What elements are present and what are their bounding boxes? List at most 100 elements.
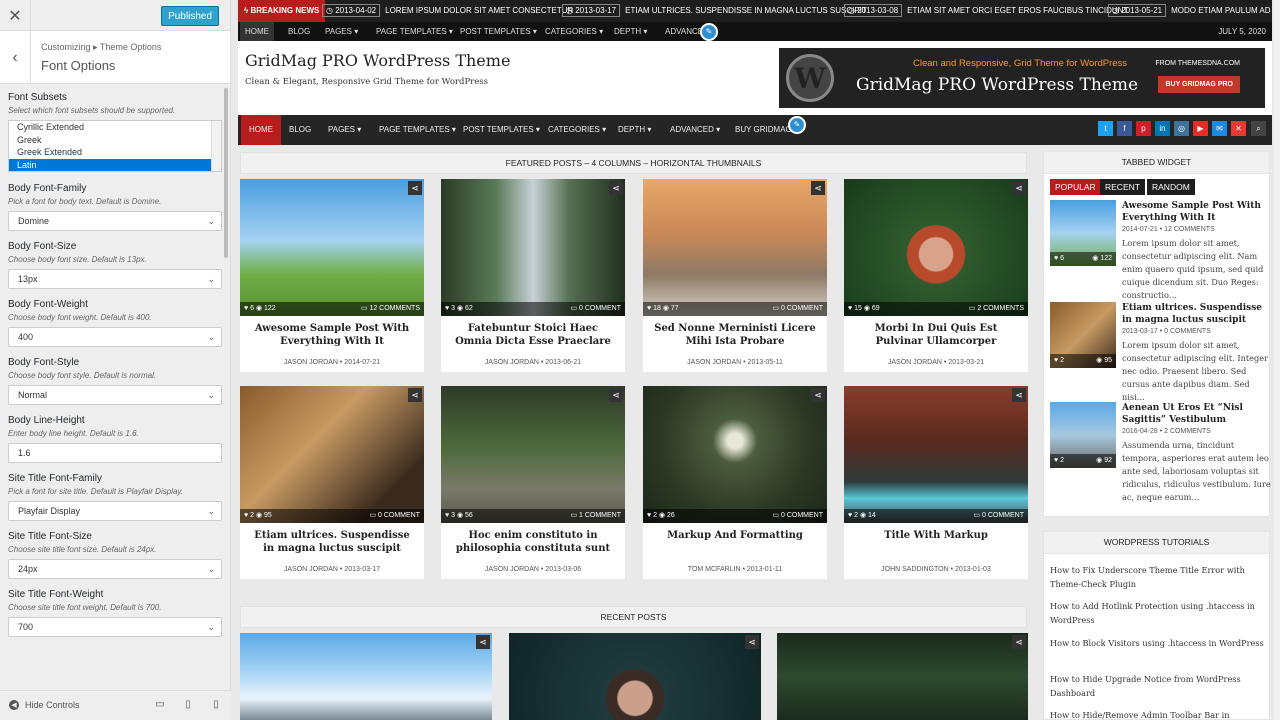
post-author[interactable]: TOM MCFARLIN [688, 566, 741, 573]
post-thumbnail[interactable]: ⋖ ♥ 2 ◉ 14 ▭ 0 COMMENT [844, 386, 1028, 523]
post-thumbnail[interactable]: ⋖ ♥ 3 ◉ 62 ▭ 0 COMMENT [441, 179, 625, 316]
desktop-preview-icon[interactable]: ▭ [154, 699, 166, 711]
site-title[interactable]: GridMag PRO WordPress Theme [245, 51, 510, 70]
font-subsets-listbox[interactable]: Cyrillic Extended Greek Greek Extended L… [8, 120, 222, 172]
tutorial-link[interactable]: How to Block Visitors using .htaccess in… [1050, 636, 1265, 650]
edit-shortcut-icon[interactable]: ✎ [788, 116, 806, 134]
ticker-item[interactable]: ◷ 2013-03-17 ETIAM ULTRICES. SUSPENDISSE … [562, 0, 867, 22]
font-select[interactable]: 700 ⌄ [8, 617, 222, 637]
main-nav-item-page-templates[interactable]: PAGE TEMPLATES ▾ [379, 115, 456, 145]
recent-post-card[interactable]: ⋖ [509, 633, 761, 720]
ticker-item[interactable]: ◷ 2013-04-02 LOREM IPSUM DOLOR SIT AMET C… [322, 0, 573, 22]
post-author[interactable]: JASON JORDAN [888, 359, 942, 366]
top-nav-item-blog[interactable]: BLOG [288, 22, 310, 41]
email-icon[interactable]: ✉ [1212, 121, 1227, 136]
post-thumbnail[interactable]: ⋖ ♥ 3 ◉ 56 ▭ 1 COMMENT [441, 386, 625, 523]
post-thumbnail[interactable]: ⋖ ♥ 15 ◉ 69 ▭ 2 COMMENTS [844, 179, 1028, 316]
font-select[interactable]: 13px ⌄ [8, 269, 222, 289]
post-author[interactable]: JASON JORDAN [485, 359, 539, 366]
random-icon[interactable]: ✕ [1231, 121, 1246, 136]
ticker-item[interactable]: ◷ 2013-05-21 MODO ETIAM PAULUM AD DEXTE [1108, 0, 1272, 22]
post-thumbnail[interactable]: ♥ 2 ◉ 95 [1050, 302, 1116, 368]
tutorial-link[interactable]: How to Add Hotlink Protection using .hta… [1050, 599, 1265, 627]
featured-post-card[interactable]: ⋖ ♥ 6 ◉ 122 ▭ 12 COMMENTS Awesome Sample Po… [240, 179, 424, 372]
top-nav-item-pages[interactable]: PAGES ▾ [325, 22, 358, 41]
recent-post-card[interactable]: ⋖ [777, 633, 1028, 720]
subset-option[interactable]: Cyrillic Extended [9, 121, 221, 134]
featured-post-card[interactable]: ⋖ ♥ 15 ◉ 69 ▭ 2 COMMENTS Morbi In Dui Quis … [844, 179, 1028, 372]
ticker-item[interactable]: ◷ 2013-03-08 ETIAM SIT AMET ORCI EGET ERO… [844, 0, 1128, 22]
edit-shortcut-icon[interactable]: ✎ [700, 23, 718, 41]
top-nav-item-categories[interactable]: CATEGORIES ▾ [545, 22, 603, 41]
post-author[interactable]: JASON JORDAN [284, 566, 338, 573]
post-author[interactable]: JASON JORDAN [485, 566, 539, 573]
post-title[interactable]: Etiam ultrices. Suspendisse in magna luc… [240, 529, 424, 555]
share-icon[interactable]: ⋖ [811, 181, 825, 195]
share-icon[interactable]: ⋖ [476, 635, 490, 649]
instagram-icon[interactable]: ◎ [1174, 121, 1189, 136]
linkedin-icon[interactable]: in [1155, 121, 1170, 136]
font-select[interactable]: 400 ⌄ [8, 327, 222, 347]
post-title[interactable]: Title With Markup [844, 529, 1028, 542]
share-icon[interactable]: ⋖ [811, 388, 825, 402]
tabbed-widget-item[interactable]: ♥ 2 ◉ 92 Aenean Ut Eros Et “Nisl Sagittis”… [1050, 402, 1272, 502]
mobile-preview-icon[interactable]: ▯ [210, 699, 222, 711]
post-title[interactable]: Markup And Formatting [643, 529, 827, 542]
comments-link[interactable]: ▭ 0 COMMENT [570, 302, 621, 316]
featured-post-card[interactable]: ⋖ ♥ 2 ◉ 14 ▭ 0 COMMENT Title With Markup JOH… [844, 386, 1028, 579]
main-nav-item-home[interactable]: HOME [241, 115, 281, 145]
tutorial-link[interactable]: How to Hide Upgrade Notice from WordPres… [1050, 672, 1265, 700]
youtube-icon[interactable]: ▶ [1193, 121, 1208, 136]
share-icon[interactable]: ⋖ [408, 181, 422, 195]
main-nav-item-pages[interactable]: PAGES ▾ [328, 115, 361, 145]
comments-link[interactable]: ▭ 0 COMMENT [772, 302, 823, 316]
preview-scrollbar[interactable] [1274, 0, 1280, 720]
share-icon[interactable]: ⋖ [408, 388, 422, 402]
font-select[interactable]: 24px ⌄ [8, 559, 222, 579]
post-author[interactable]: JASON JORDAN [687, 359, 741, 366]
search-icon[interactable]: ⌕ [1251, 121, 1266, 136]
tabbed-post-title[interactable]: Awesome Sample Post With Everything With… [1122, 200, 1272, 224]
pinterest-icon[interactable]: p [1136, 121, 1151, 136]
comments-link[interactable]: ▭ 12 COMMENTS [361, 302, 420, 316]
post-title[interactable]: Sed Nonne Merninisti Licere Mihi Ista Pr… [643, 322, 827, 348]
main-nav-item-depth[interactable]: DEPTH ▾ [618, 115, 651, 145]
comments-link[interactable]: ▭ 0 COMMENT [369, 509, 420, 523]
share-icon[interactable]: ⋖ [609, 181, 623, 195]
font-select[interactable]: Domine ⌄ [8, 211, 222, 231]
back-icon[interactable]: ‹ [0, 31, 31, 84]
comments-link[interactable]: ▭ 0 COMMENT [772, 509, 823, 523]
share-icon[interactable]: ⋖ [745, 635, 759, 649]
post-author[interactable]: JASON JORDAN [284, 359, 338, 366]
panel-scrollbar[interactable] [224, 88, 228, 258]
post-thumbnail[interactable]: ⋖ ♥ 18 ◉ 77 ▭ 0 COMMENT [643, 179, 827, 316]
share-icon[interactable]: ⋖ [1012, 635, 1026, 649]
post-thumbnail[interactable]: ♥ 6 ◉ 122 [1050, 200, 1116, 266]
tabbed-post-title[interactable]: Aenean Ut Eros Et “Nisl Sagittis” Vestib… [1122, 402, 1272, 426]
featured-post-card[interactable]: ⋖ ♥ 3 ◉ 56 ▭ 1 COMMENT Hoc enim constituto … [441, 386, 625, 579]
post-thumbnail[interactable]: ⋖ ♥ 2 ◉ 26 ▭ 0 COMMENT [643, 386, 827, 523]
share-icon[interactable]: ⋖ [1012, 388, 1026, 402]
tabbed-post-title[interactable]: Etiam ultrices. Suspendisse in magna luc… [1122, 302, 1272, 326]
top-nav-item-page-templates[interactable]: PAGE TEMPLATES ▾ [376, 22, 453, 41]
post-title[interactable]: Awesome Sample Post With Everything With… [240, 322, 424, 348]
share-icon[interactable]: ⋖ [1012, 181, 1026, 195]
featured-post-card[interactable]: ⋖ ♥ 18 ◉ 77 ▭ 0 COMMENT Sed Nonne Merninist… [643, 179, 827, 372]
featured-post-card[interactable]: ⋖ ♥ 2 ◉ 95 ▭ 0 COMMENT Etiam ultrices. Susp… [240, 386, 424, 579]
subset-option[interactable]: Greek Extended [9, 146, 221, 159]
tablet-preview-icon[interactable]: ▯ [182, 699, 194, 711]
post-thumbnail[interactable]: ⋖ ♥ 2 ◉ 95 ▭ 0 COMMENT [240, 386, 424, 523]
post-thumbnail[interactable]: ⋖ ♥ 6 ◉ 122 ▭ 12 COMMENTS [240, 179, 424, 316]
top-nav-item-home[interactable]: HOME [240, 22, 274, 41]
post-thumbnail[interactable]: ♥ 2 ◉ 92 [1050, 402, 1116, 468]
tab-random[interactable]: RANDOM [1147, 179, 1195, 195]
comments-link[interactable]: ▭ 0 COMMENT [973, 509, 1024, 523]
header-banner-ad[interactable]: W Clean and Responsive, Grid Theme for W… [779, 48, 1265, 108]
subset-option[interactable]: Greek [9, 134, 221, 147]
twitter-icon[interactable]: t [1098, 121, 1113, 136]
comments-link[interactable]: ▭ 1 COMMENT [570, 509, 621, 523]
publish-button[interactable]: Published [161, 6, 219, 26]
facebook-icon[interactable]: f [1117, 121, 1132, 136]
hide-controls-button[interactable]: ◀ Hide Controls [9, 700, 80, 710]
tabbed-widget-item[interactable]: ♥ 6 ◉ 122 Awesome Sample Post With Everyth… [1050, 200, 1272, 300]
